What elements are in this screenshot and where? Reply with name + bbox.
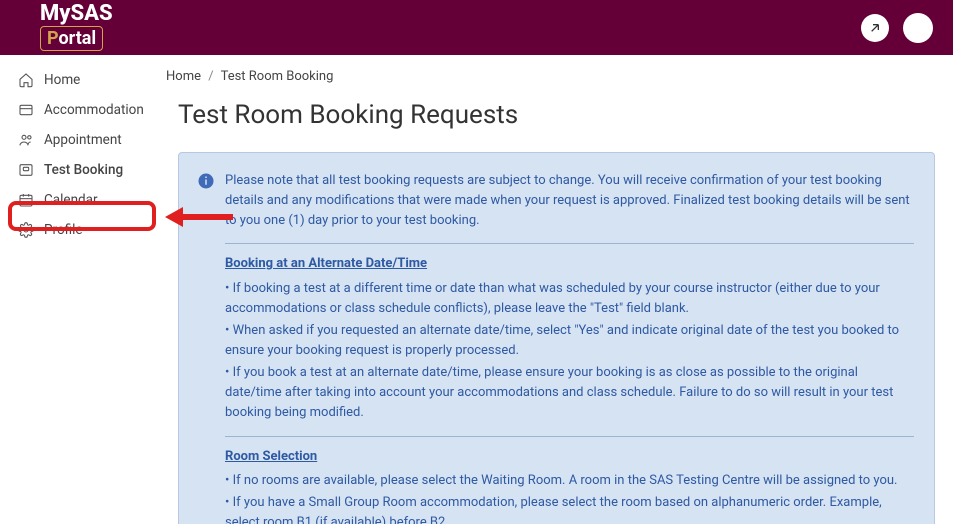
info-bullet: • If you have a Small Group Room accommo… (225, 493, 914, 524)
info-bullet: • If no rooms are available, please sele… (225, 471, 914, 491)
info-section-1-title: Booking at an Alternate Date/Time (225, 254, 914, 274)
info-bullet: • If booking a test at a different time … (225, 279, 914, 319)
sidebar-item-label: Calendar (44, 192, 98, 208)
sidebar-item-label: Profile (44, 222, 83, 238)
logo: MySAS Portal (40, 4, 113, 51)
breadcrumb-root[interactable]: Home (166, 69, 201, 84)
sidebar-item-label: Home (44, 72, 80, 88)
sidebar-item-home[interactable]: Home (0, 65, 160, 95)
accommodation-icon (18, 102, 34, 118)
sidebar-item-label: Test Booking (44, 162, 123, 178)
breadcrumb-leaf: Test Room Booking (221, 69, 334, 84)
info-body: Please note that all test booking reques… (225, 171, 914, 524)
sidebar-item-test-booking[interactable]: Test Booking (0, 155, 160, 185)
info-bullet: • When asked if you requested an alterna… (225, 321, 914, 361)
external-link-button[interactable] (861, 14, 889, 42)
breadcrumb-separator: / (208, 69, 213, 84)
info-card: Please note that all test booking reques… (178, 152, 935, 524)
main-content: Home / Test Room Booking Test Room Booki… (160, 55, 953, 524)
sidebar-item-profile[interactable]: Profile (0, 215, 160, 245)
sidebar-item-appointment[interactable]: Appointment (0, 125, 160, 155)
avatar[interactable] (903, 13, 933, 43)
info-icon (197, 172, 215, 190)
sidebar: Home Accommodation Appointment Test Book… (0, 55, 160, 524)
page-title: Test Room Booking Requests (178, 100, 935, 130)
external-link-icon (867, 20, 883, 36)
sidebar-item-label: Appointment (44, 132, 122, 148)
info-bullet: • If you book a test at an alternate dat… (225, 363, 914, 423)
sidebar-item-label: Accommodation (44, 102, 144, 118)
sidebar-item-calendar[interactable]: Calendar (0, 185, 160, 215)
info-divider (225, 243, 914, 244)
appointment-icon (18, 132, 34, 148)
breadcrumb: Home / Test Room Booking (166, 69, 935, 84)
gear-icon (18, 222, 34, 238)
test-booking-icon (18, 162, 34, 178)
calendar-icon (18, 192, 34, 208)
sidebar-item-accommodation[interactable]: Accommodation (0, 95, 160, 125)
home-icon (18, 72, 34, 88)
info-intro: Please note that all test booking reques… (225, 171, 914, 231)
info-divider (225, 436, 914, 437)
info-section-2-title: Room Selection (225, 447, 914, 467)
topbar: MySAS Portal (0, 0, 953, 55)
